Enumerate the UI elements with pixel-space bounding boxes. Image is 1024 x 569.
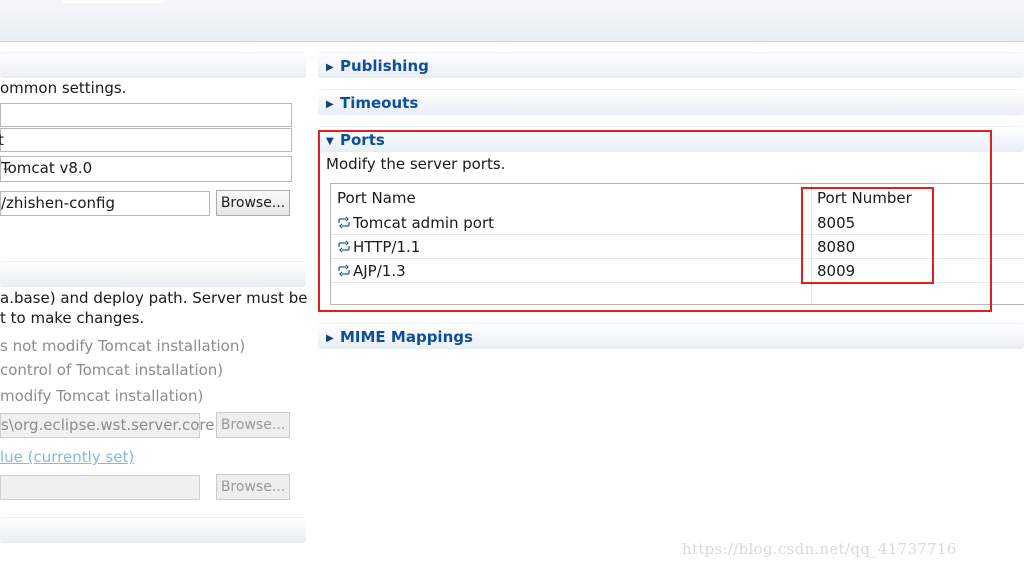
- locations-description-line1: a.base) and deploy path. Server must be: [0, 289, 308, 307]
- server-name-field[interactable]: [0, 103, 292, 127]
- browse-deploy-path-button[interactable]: Browse...: [216, 474, 290, 500]
- triangle-right-icon: ▶: [326, 62, 334, 73]
- mime-mappings-section-header[interactable]: ▶ MIME Mappings: [318, 323, 1024, 349]
- general-description: ommon settings.: [0, 79, 127, 97]
- server-locations-section-header[interactable]: [0, 261, 306, 287]
- ports-description: Modify the server ports.: [326, 155, 506, 173]
- host-name-field[interactable]: t: [0, 128, 292, 152]
- watermark: https://blog.csdn.net/qq_41737716: [682, 540, 957, 558]
- timeouts-section-header[interactable]: ▶ Timeouts: [318, 89, 1024, 115]
- location-option-workspace[interactable]: s not modify Tomcat installation): [0, 337, 245, 355]
- timeouts-title: Timeouts: [340, 94, 419, 112]
- chevron-down-icon: ⌄: [1, 160, 12, 174]
- port-name-cell: HTTP/1.1: [353, 238, 421, 256]
- port-icon: [338, 216, 350, 229]
- host-name-text: t: [0, 131, 4, 149]
- locations-description-line2: t to make changes.: [0, 309, 145, 327]
- port-number-cell[interactable]: 8005: [817, 214, 855, 232]
- table-row[interactable]: Tomcat admin port 8005: [331, 211, 1024, 235]
- port-number-cell[interactable]: 8009: [817, 262, 855, 280]
- mime-mappings-title: MIME Mappings: [340, 328, 473, 346]
- publishing-section-header[interactable]: ▶ Publishing: [318, 52, 1024, 78]
- table-row[interactable]: AJP/1.3 8009: [331, 259, 1024, 283]
- table-row[interactable]: HTTP/1.1 8080: [331, 235, 1024, 259]
- server-options-section-header[interactable]: [0, 517, 306, 543]
- location-option-custom[interactable]: modify Tomcat installation): [0, 387, 203, 405]
- triangle-right-icon: ▶: [326, 99, 334, 110]
- publishing-title: Publishing: [340, 57, 429, 75]
- general-section-header[interactable]: [0, 52, 306, 78]
- configuration-path-field[interactable]: /zhishen-config: [0, 191, 210, 216]
- active-editor-tab[interactable]: [62, 0, 164, 3]
- port-icon: [338, 240, 350, 253]
- ports-table[interactable]: Port Name Port Number Tomcat admin port …: [330, 183, 1024, 305]
- port-name-cell: AJP/1.3: [353, 262, 406, 280]
- ports-title: Ports: [340, 131, 385, 149]
- port-number-cell[interactable]: 8080: [817, 238, 855, 256]
- triangle-right-icon: ▶: [326, 333, 334, 344]
- set-deploy-path-link[interactable]: lue (currently set): [0, 448, 134, 466]
- port-icon: [338, 264, 350, 277]
- server-path-value: s\org.eclipse.wst.server.core: [1, 416, 215, 434]
- browse-config-button[interactable]: Browse...: [216, 190, 290, 216]
- location-option-tomcat-install[interactable]: control of Tomcat installation): [0, 361, 223, 379]
- deploy-path-field[interactable]: [0, 475, 200, 500]
- configuration-path-value: /zhishen-config: [1, 194, 115, 212]
- server-path-field[interactable]: s\org.eclipse.wst.server.core: [0, 413, 214, 438]
- port-name-cell: Tomcat admin port: [353, 214, 495, 232]
- browse-server-path-button[interactable]: Browse...: [216, 412, 290, 438]
- runtime-select[interactable]: Tomcat v8.0 ⌄: [0, 156, 292, 182]
- column-header-port-name[interactable]: Port Name: [337, 189, 416, 207]
- triangle-down-icon: ▼: [326, 136, 334, 147]
- ports-section-header[interactable]: ▼ Ports: [318, 126, 1024, 152]
- editor-tab-bar: [0, 0, 1024, 42]
- column-header-port-number[interactable]: Port Number: [817, 189, 912, 207]
